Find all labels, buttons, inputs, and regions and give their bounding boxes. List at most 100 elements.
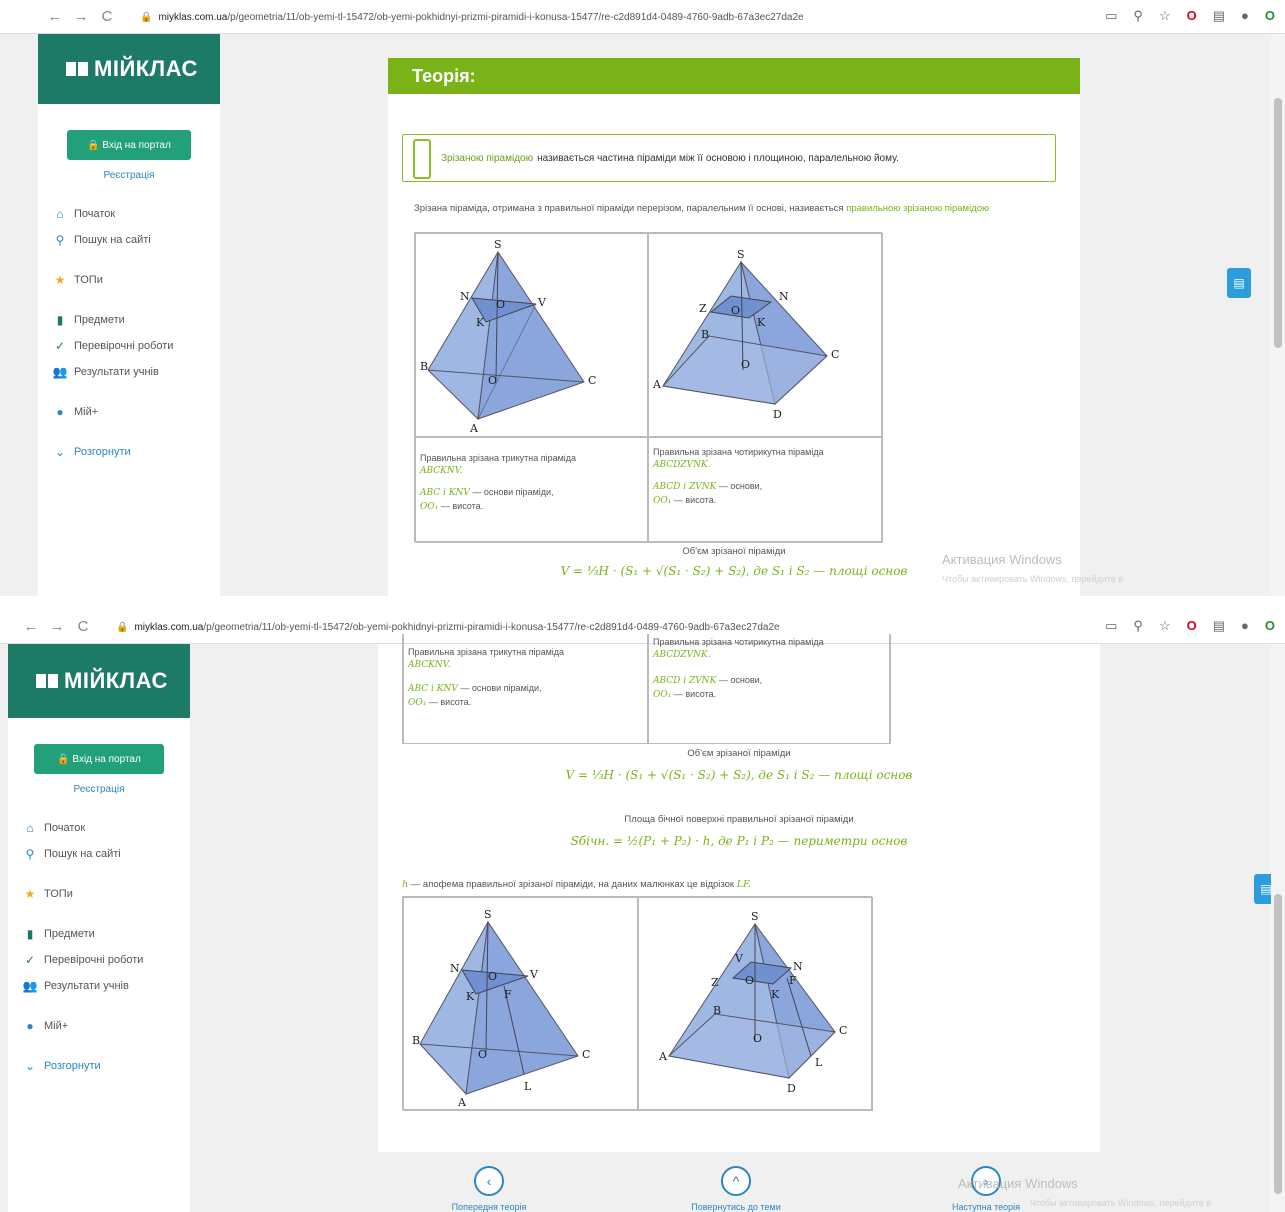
book-icon: ▮ bbox=[56, 313, 64, 327]
star-icon[interactable]: ☆ bbox=[1159, 8, 1171, 24]
star-icon[interactable]: ☆ bbox=[1159, 618, 1171, 634]
svg-text:S: S bbox=[737, 248, 745, 261]
register-link[interactable]: Реєстрація bbox=[38, 170, 220, 181]
svg-text:N: N bbox=[779, 290, 789, 303]
triangular-frustum-figure: S N O V K B O C A bbox=[420, 238, 596, 435]
forward-icon[interactable]: → bbox=[44, 618, 70, 635]
svg-text:L: L bbox=[524, 1080, 532, 1093]
svg-text:B: B bbox=[701, 328, 709, 341]
chevron-down-icon: ⌄ bbox=[54, 445, 66, 459]
svg-text:K: K bbox=[466, 990, 475, 1003]
forward-icon[interactable]: → bbox=[68, 8, 94, 25]
svg-text:O: O bbox=[753, 1032, 762, 1045]
address-bar[interactable]: 🔒 miyklas.com.ua/p/geometria/11/ob-yemi-… bbox=[140, 8, 1020, 26]
sidebar-item-home[interactable]: ⌂ Початок bbox=[38, 201, 220, 227]
sidebar-expand[interactable]: ⌄ Розгорнути bbox=[38, 439, 220, 465]
figure-table: SNOV KBOCA SZON KBOC AD Правильна зрізан… bbox=[414, 232, 883, 543]
reader-icon[interactable]: ▭ bbox=[1105, 8, 1117, 24]
search-icon: ⚲ bbox=[25, 847, 35, 861]
sidebar-item-search[interactable]: ⚲ Пошук на сайті bbox=[8, 841, 190, 867]
sidebar-item-search[interactable]: ⚲ Пошук на сайті bbox=[38, 227, 220, 253]
profile-icon[interactable]: ● bbox=[1241, 8, 1249, 24]
svg-text:A: A bbox=[457, 1096, 467, 1109]
logo[interactable]: МІЙКЛАС bbox=[38, 34, 220, 104]
triangular-frustum-apothem-figure: S N O V K F B O C L A bbox=[412, 908, 590, 1109]
sidebar-expand[interactable]: ⌄ Розгорнути bbox=[8, 1053, 190, 1079]
status-icon[interactable]: O bbox=[1265, 618, 1275, 634]
svg-text:V: V bbox=[734, 952, 744, 965]
sidebar-item-myplus[interactable]: ● Мій+ bbox=[38, 399, 220, 425]
opera-icon[interactable]: O bbox=[1187, 8, 1197, 24]
svg-text:A: A bbox=[652, 378, 662, 391]
svg-text:B: B bbox=[713, 1004, 721, 1017]
back-icon[interactable]: ← bbox=[42, 8, 68, 25]
sidebar-item-results[interactable]: 👥 Результати учнів bbox=[8, 973, 190, 999]
sidebar: МІЙКЛАС 🔒 Вхід на портал Реєстрація ⌂ Поч… bbox=[8, 644, 190, 1212]
status-icon[interactable]: O bbox=[1265, 8, 1275, 24]
sidebar-item-tops[interactable]: ★ ТОПи bbox=[8, 881, 190, 907]
users-icon: 👥 bbox=[52, 365, 68, 379]
definition-box: Зрізаною пірамідою називається частина п… bbox=[402, 134, 1056, 182]
sidebar-item-tests[interactable]: ✓ Перевірочні роботи bbox=[8, 947, 190, 973]
home-icon: ⌂ bbox=[56, 207, 64, 221]
zoom-icon[interactable]: ⚲ bbox=[1133, 8, 1143, 24]
lock-icon: 🔒 bbox=[140, 11, 153, 23]
scrollbar[interactable] bbox=[1271, 34, 1285, 596]
reload-icon[interactable]: C bbox=[94, 8, 120, 25]
plus-circle-icon: ● bbox=[26, 1019, 34, 1033]
sidebar-item-results[interactable]: 👥 Результати учнів bbox=[38, 359, 220, 385]
reader-icon[interactable]: ▭ bbox=[1105, 618, 1117, 634]
reload-icon[interactable]: C bbox=[70, 618, 96, 635]
svg-text:C: C bbox=[839, 1024, 847, 1037]
svg-text:K: K bbox=[757, 316, 766, 329]
profile-icon[interactable]: ● bbox=[1241, 618, 1249, 634]
scrollbar[interactable] bbox=[1271, 644, 1285, 1212]
svg-text:L: L bbox=[815, 1056, 823, 1069]
sidebar-item-tops[interactable]: ★ ТОПи bbox=[38, 267, 220, 293]
windows-watermark: Активация Windows bbox=[958, 1176, 1078, 1191]
svg-text:B: B bbox=[412, 1034, 420, 1047]
sidebar-item-home[interactable]: ⌂ Початок bbox=[8, 815, 190, 841]
figure-cell-quadrangular-apothem: S V Z O NFK B O C A L D bbox=[638, 897, 873, 1111]
opera-icon[interactable]: O bbox=[1187, 618, 1197, 634]
chevron-up-icon: ^ bbox=[721, 1166, 751, 1196]
figure-caption-triangular: Правильна зрізана трикутна піраміда ABCK… bbox=[415, 437, 648, 543]
url-host: miyklas.com.ua bbox=[158, 11, 228, 23]
star-icon: ★ bbox=[24, 887, 36, 901]
lock-icon: 🔒 bbox=[116, 621, 129, 633]
search-icon: ⚲ bbox=[55, 233, 65, 247]
login-button[interactable]: 🔒 Вхід на портал bbox=[34, 744, 164, 774]
figure-cell-triangular-apothem: S N O V K F B O C L A bbox=[403, 897, 638, 1111]
quadrangular-frustum-figure: S Z O N K B O C A D bbox=[652, 248, 839, 421]
prev-theory-button[interactable]: ‹ Попередня теорія bbox=[434, 1166, 544, 1212]
chevron-down-icon: ⌄ bbox=[24, 1059, 36, 1073]
logo[interactable]: МІЙКЛАС bbox=[8, 644, 190, 718]
sidebar-item-subjects[interactable]: ▮ Предмети bbox=[8, 921, 190, 947]
theory-content: Теорія: Зрізаною пірамідою називається ч… bbox=[388, 58, 1080, 596]
svg-text:C: C bbox=[831, 348, 839, 361]
register-link[interactable]: Реєстрація bbox=[8, 784, 190, 795]
svg-text:F: F bbox=[789, 974, 797, 987]
sidebar-item-tests[interactable]: ✓ Перевірочні роботи bbox=[38, 333, 220, 359]
side-panel-button[interactable]: ▤ bbox=[1227, 268, 1251, 298]
svg-text:A: A bbox=[658, 1050, 668, 1063]
svg-text:A: A bbox=[469, 422, 479, 435]
back-to-topic-button[interactable]: ^ Повернутись до теми bbox=[668, 1166, 804, 1212]
svg-text:B: B bbox=[420, 360, 428, 373]
users-icon: 👥 bbox=[22, 979, 38, 993]
svg-text:D: D bbox=[787, 1082, 796, 1095]
login-button[interactable]: 🔒 Вхід на портал bbox=[67, 130, 191, 160]
sidebar-item-myplus[interactable]: ● Мій+ bbox=[8, 1013, 190, 1039]
svg-text:V: V bbox=[537, 296, 547, 309]
star-icon: ★ bbox=[54, 273, 66, 287]
zoom-icon[interactable]: ⚲ bbox=[1133, 618, 1143, 634]
extension-icon[interactable]: ▤ bbox=[1213, 618, 1225, 634]
svg-text:O: O bbox=[741, 358, 750, 371]
extension-icon[interactable]: ▤ bbox=[1213, 8, 1225, 24]
sidebar-item-subjects[interactable]: ▮ Предмети bbox=[38, 307, 220, 333]
back-icon[interactable]: ← bbox=[18, 618, 44, 635]
svg-text:Z: Z bbox=[711, 976, 719, 989]
plus-circle-icon: ● bbox=[56, 405, 64, 419]
url-host: miyklas.com.ua bbox=[134, 621, 204, 633]
svg-text:Z: Z bbox=[699, 302, 707, 315]
